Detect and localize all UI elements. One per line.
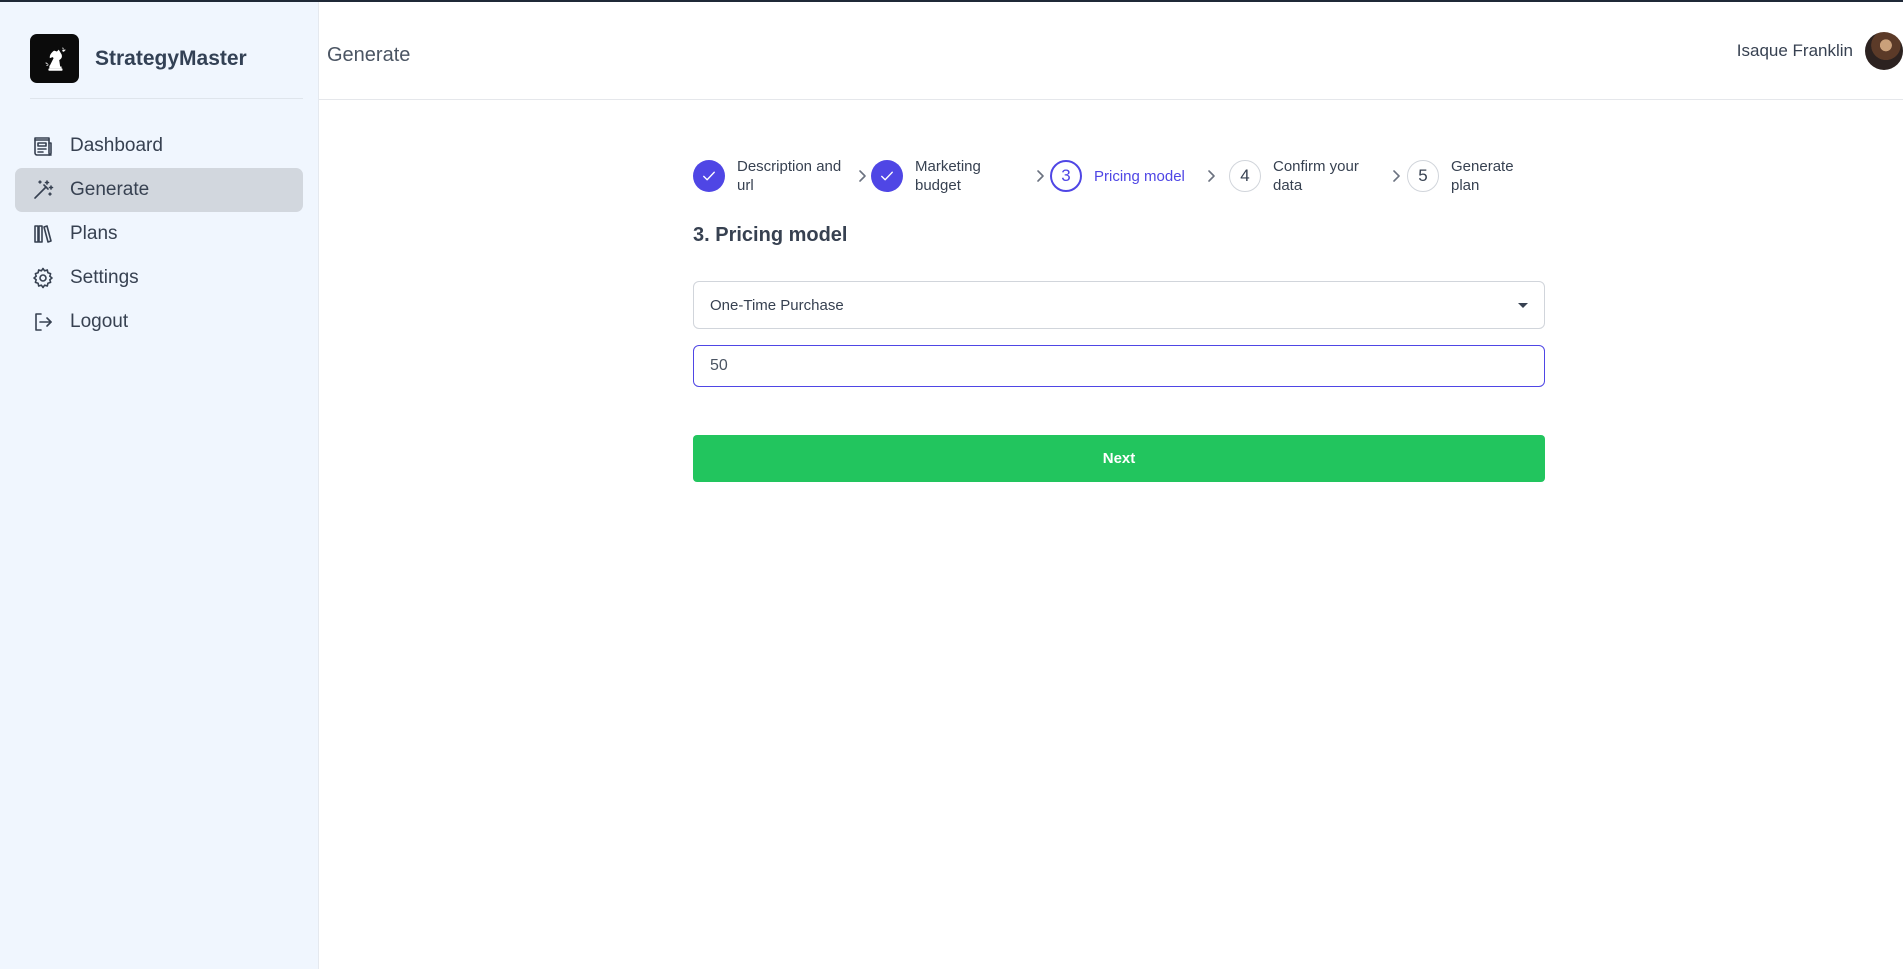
step-confirm-data[interactable]: 4 Confirm your data [1229, 155, 1383, 197]
sidebar-item-dashboard[interactable]: Dashboard [15, 124, 303, 168]
step-label: Marketing budget [915, 158, 981, 194]
sidebar-item-label: Generate [70, 179, 150, 200]
chevron-right-icon [1034, 169, 1048, 183]
brand-name: StrategyMaster [95, 46, 247, 70]
step-number: 3 [1050, 160, 1082, 192]
step-complete-circle [693, 160, 725, 192]
section-title: 3. Pricing model [693, 224, 848, 246]
sidebar-item-generate[interactable]: Generate [15, 168, 303, 212]
sidebar-item-label: Logout [70, 311, 129, 332]
brand[interactable]: StrategyMaster [30, 34, 247, 83]
select-value: One-Time Purchase [710, 296, 844, 314]
sidebar-item-label: Plans [70, 223, 118, 244]
chevron-right-icon [1205, 169, 1219, 183]
sidebar: StrategyMaster Dashboard Generate Plans [0, 2, 319, 969]
sidebar-item-label: Dashboard [70, 135, 163, 156]
step-label: Confirm your data [1273, 158, 1359, 194]
next-button[interactable]: Next [693, 435, 1545, 482]
step-pricing-model[interactable]: 3 Pricing model [1050, 155, 1185, 197]
step-complete-circle [871, 160, 903, 192]
magic-wand-icon [31, 178, 55, 202]
chevron-right-icon [1390, 169, 1404, 183]
chevron-right-icon [856, 169, 870, 183]
step-description[interactable]: Description and url [693, 155, 857, 197]
user-name: Isaque Franklin [1736, 41, 1853, 60]
logout-icon [31, 310, 55, 334]
sidebar-item-settings[interactable]: Settings [15, 256, 303, 300]
step-number: 4 [1229, 160, 1261, 192]
step-number: 5 [1407, 160, 1439, 192]
step-label: Description and url [737, 158, 842, 194]
brand-divider [30, 98, 303, 99]
step-marketing-budget[interactable]: Marketing budget [871, 155, 1005, 197]
step-generate-plan[interactable]: 5 Generate plan [1407, 155, 1545, 197]
step-label: Generate plan [1451, 158, 1514, 194]
check-icon [881, 171, 893, 181]
gear-icon [31, 266, 55, 290]
page-title: Generate [327, 44, 411, 66]
step-label: Pricing model [1094, 167, 1185, 185]
top-header: Generate Isaque Franklin [319, 2, 1903, 100]
caret-down-icon [1518, 303, 1528, 308]
sidebar-nav: Dashboard Generate Plans Settings Logout [15, 124, 303, 344]
user-menu[interactable]: Isaque Franklin [1737, 32, 1903, 70]
books-icon [31, 222, 55, 246]
check-icon [703, 171, 715, 181]
newspaper-icon [31, 134, 55, 158]
sidebar-item-plans[interactable]: Plans [15, 212, 303, 256]
stepper: Description and url Marketing budget 3 P… [693, 155, 1545, 197]
pricing-model-select[interactable]: One-Time Purchase [693, 281, 1545, 329]
chess-knight-icon [30, 34, 79, 83]
price-input[interactable] [693, 345, 1545, 387]
sidebar-item-logout[interactable]: Logout [15, 300, 303, 344]
avatar[interactable] [1865, 32, 1903, 70]
sidebar-item-label: Settings [70, 267, 139, 288]
